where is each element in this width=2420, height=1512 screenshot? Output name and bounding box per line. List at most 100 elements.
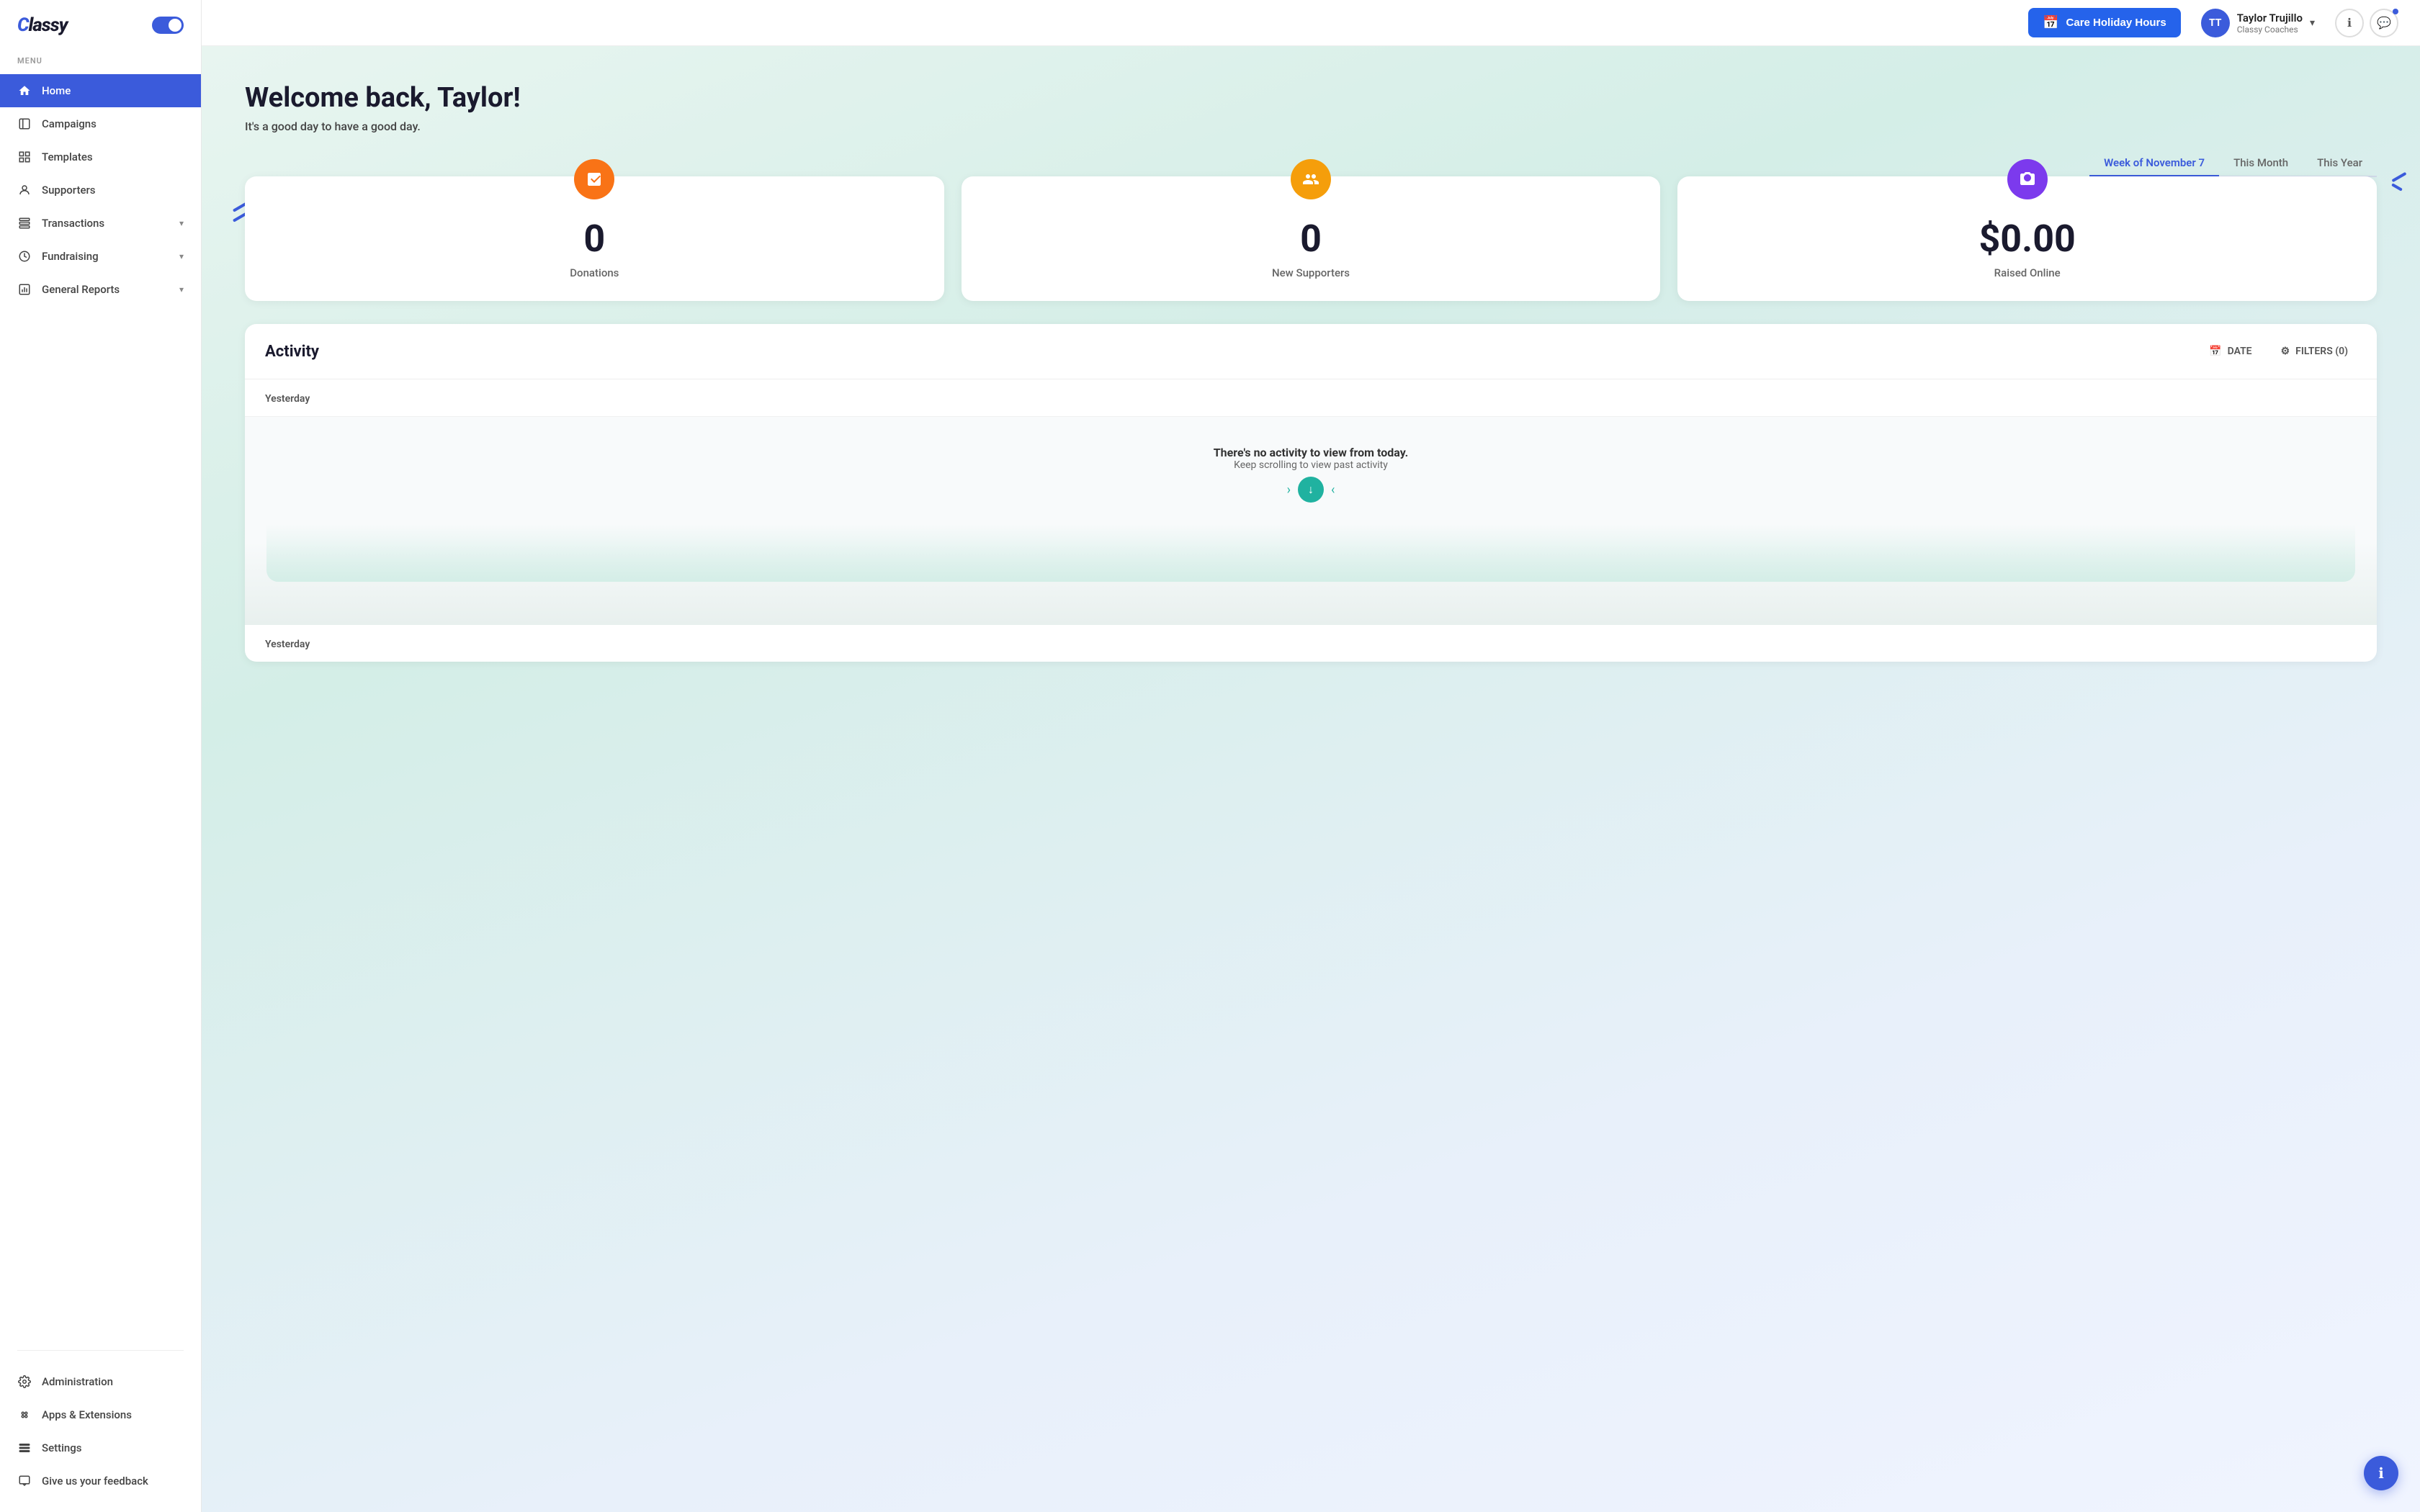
menu-section-label: MENU — [0, 50, 201, 71]
theme-toggle[interactable] — [152, 17, 184, 34]
transactions-icon — [17, 216, 32, 230]
sidebar-item-templates-label: Templates — [42, 150, 93, 163]
sidebar-item-home-label: Home — [42, 84, 71, 97]
sidebar-item-general-reports[interactable]: General Reports ▾ — [0, 273, 201, 306]
deco-line-3 — [2391, 172, 2406, 182]
user-menu-chevron-icon: ▾ — [2310, 17, 2315, 29]
sidebar-item-settings[interactable]: Settings — [0, 1431, 201, 1464]
info-fab-button[interactable]: ℹ — [2364, 1456, 2398, 1490]
sidebar-bottom: Administration Apps & Extensions Setting… — [0, 1359, 201, 1512]
activity-date-row: Yesterday — [245, 379, 2377, 417]
supporters-icon — [17, 183, 32, 197]
care-holiday-button[interactable]: 📅 Care Holiday Hours — [2028, 8, 2181, 37]
filter-icon: ⚙ — [2281, 346, 2290, 357]
deco-lines-right — [2391, 176, 2407, 189]
sidebar-item-fundraising-label: Fundraising — [42, 250, 99, 263]
activity-section: Activity 📅 DATE ⚙ FILTERS (0) Yesterday … — [245, 324, 2377, 662]
info-button[interactable]: ℹ — [2335, 9, 2364, 37]
supporters-stat-icon — [1291, 159, 1331, 199]
user-name: Taylor Trujillo — [2237, 12, 2303, 24]
deco-line-4 — [2391, 183, 2403, 191]
sidebar-item-home[interactable]: Home — [0, 74, 201, 107]
activity-header: Activity 📅 DATE ⚙ FILTERS (0) — [245, 324, 2377, 379]
stat-card-raised: $0.00 Raised Online — [1677, 176, 2377, 301]
sidebar-item-templates[interactable]: Templates — [0, 140, 201, 174]
user-info: Taylor Trujillo Classy Coaches — [2237, 12, 2303, 35]
welcome-title: Welcome back, Taylor! — [245, 82, 2377, 114]
message-icon: 💬 — [2377, 16, 2391, 30]
activity-bottom-date-label: Yesterday — [265, 639, 310, 650]
sidebar-item-apps-label: Apps & Extensions — [42, 1408, 132, 1421]
donations-icon — [574, 159, 614, 199]
sidebar: Classy MENU Home Campaigns Templates — [0, 0, 202, 1512]
notification-dot — [2393, 9, 2398, 14]
tab-year[interactable]: This Year — [2303, 150, 2377, 177]
fundraising-icon — [17, 249, 32, 264]
sidebar-item-apps-extensions[interactable]: Apps & Extensions — [0, 1398, 201, 1431]
stat-card-donations: 0 Donations — [245, 176, 944, 301]
info-fab-icon: ℹ — [2378, 1464, 2384, 1482]
top-header: 📅 Care Holiday Hours TT Taylor Trujillo … — [202, 0, 2420, 46]
arrow-left-icon: › — [1287, 482, 1291, 498]
date-filter-button[interactable]: 📅 DATE — [2200, 341, 2260, 361]
stat-card-supporters: 0 New Supporters — [962, 176, 1661, 301]
activity-controls: 📅 DATE ⚙ FILTERS (0) — [2200, 341, 2357, 361]
sidebar-divider — [17, 1350, 184, 1351]
calendar-icon: 📅 — [2043, 15, 2058, 30]
sidebar-item-supporters[interactable]: Supporters — [0, 174, 201, 207]
sidebar-header: Classy — [0, 0, 201, 50]
reports-chevron-icon: ▾ — [179, 284, 184, 294]
sidebar-item-transactions-label: Transactions — [42, 217, 104, 230]
sidebar-item-fundraising[interactable]: Fundraising ▾ — [0, 240, 201, 273]
scroll-down-icon: ↓ — [1298, 477, 1324, 503]
arrow-right-icon: ‹ — [1331, 482, 1335, 498]
activity-date-label: Yesterday — [265, 393, 310, 405]
apps-icon — [17, 1408, 32, 1422]
tab-month[interactable]: This Month — [2219, 150, 2303, 177]
tab-week[interactable]: Week of November 7 — [2089, 150, 2219, 177]
donations-value: 0 — [583, 217, 605, 261]
reports-icon — [17, 282, 32, 297]
scroll-indicator: › ↓ ‹ — [1287, 477, 1335, 503]
filters-button[interactable]: ⚙ FILTERS (0) — [2272, 341, 2357, 361]
feedback-button[interactable]: 💬 — [2370, 9, 2398, 37]
calendar-small-icon: 📅 — [2209, 346, 2221, 357]
sidebar-item-campaigns-label: Campaigns — [42, 117, 97, 130]
main-area: 📅 Care Holiday Hours TT Taylor Trujillo … — [202, 0, 2420, 1512]
activity-title: Activity — [265, 343, 319, 361]
raised-value: $0.00 — [1978, 217, 2075, 261]
settings-icon — [17, 1441, 32, 1455]
user-menu[interactable]: TT Taylor Trujillo Classy Coaches ▾ — [2192, 4, 2323, 42]
transactions-chevron-icon: ▾ — [179, 218, 184, 228]
app-logo: Classy — [17, 14, 68, 36]
sidebar-item-administration[interactable]: Administration — [0, 1365, 201, 1398]
sidebar-item-campaigns[interactable]: Campaigns — [0, 107, 201, 140]
nav-items: Home Campaigns Templates Supporters — [0, 71, 201, 1341]
templates-icon — [17, 150, 32, 164]
sidebar-item-feedback[interactable]: Give us your feedback — [0, 1464, 201, 1498]
home-icon — [17, 84, 32, 98]
supporters-value: 0 — [1300, 217, 1322, 261]
date-btn-label: DATE — [2228, 346, 2252, 357]
welcome-subtitle: It's a good day to have a good day. — [245, 120, 2377, 133]
empty-state-subtitle: Keep scrolling to view past activity — [1234, 459, 1388, 471]
admin-icon — [17, 1374, 32, 1389]
campaigns-icon — [17, 117, 32, 131]
sidebar-item-transactions[interactable]: Transactions ▾ — [0, 207, 201, 240]
empty-state-title: There's no activity to view from today. — [1214, 446, 1409, 459]
filters-btn-label: FILTERS (0) — [2295, 346, 2348, 357]
activity-bottom-date-row: Yesterday — [245, 625, 2377, 662]
sidebar-item-administration-label: Administration — [42, 1375, 113, 1388]
care-holiday-label: Care Holiday Hours — [2066, 17, 2166, 29]
user-org: Classy Coaches — [2237, 24, 2303, 35]
info-icon: ℹ — [2347, 16, 2352, 30]
sidebar-item-feedback-label: Give us your feedback — [42, 1475, 148, 1488]
header-icons: ℹ 💬 — [2335, 9, 2398, 37]
fundraising-chevron-icon: ▾ — [179, 251, 184, 261]
sidebar-item-supporters-label: Supporters — [42, 184, 96, 197]
sidebar-item-general-reports-label: General Reports — [42, 283, 120, 296]
main-content: Welcome back, Taylor! It's a good day to… — [202, 46, 2420, 1512]
user-avatar: TT — [2201, 9, 2230, 37]
donations-label: Donations — [570, 266, 619, 279]
raised-icon — [2007, 159, 2048, 199]
